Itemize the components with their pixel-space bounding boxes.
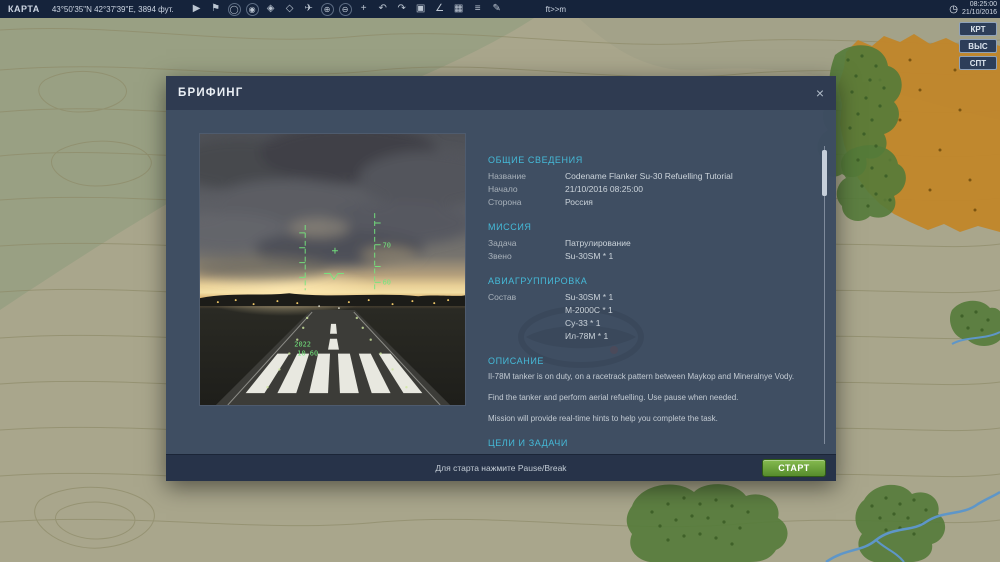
undo-icon[interactable]: ↶ bbox=[376, 2, 390, 16]
scrollbar-thumb[interactable] bbox=[822, 150, 827, 196]
flag-icon[interactable]: ⚑ bbox=[209, 2, 223, 16]
info-row: Су-33 * 1 bbox=[488, 317, 796, 330]
briefing-dialog: БРИФИНГ × 70 60 2022 10 60 ОБЩИЕ СВЕДЕНИ… bbox=[166, 76, 836, 481]
topbar: КАРТА 43°50'35"N 42°37'39"E, 3894 фут. ▶… bbox=[0, 0, 1000, 18]
plane-icon[interactable]: ✈ bbox=[302, 2, 316, 16]
clock-icon: ◷ bbox=[949, 3, 958, 15]
dialog-body: 70 60 2022 10 60 ОБЩИЕ СВЕДЕНИЯ Название… bbox=[166, 110, 836, 454]
close-icon[interactable]: × bbox=[816, 86, 824, 100]
map-toolbar: ▶ ⚑ ◯ ◉ ◈ ◇ ✈ ⊕ ⊖ + ↶ ↷ ▣ ∠ ▦ ≡ ✎ bbox=[190, 2, 504, 16]
row-label: Начало bbox=[488, 184, 518, 194]
description-paragraph: Il-78M tanker is on duty, on a racetrack… bbox=[488, 372, 795, 381]
hud-alt-top: 70 bbox=[383, 242, 391, 250]
map-layer-buttons: КРТ ВЫС СПТ bbox=[959, 22, 997, 70]
description-paragraph: Mission will provide real-time hints to … bbox=[488, 414, 718, 423]
pencil-icon[interactable]: ✎ bbox=[490, 2, 504, 16]
description-paragraph: Find the tanker and perform aerial refue… bbox=[488, 393, 739, 402]
objectives-paragraph: Tanker: Il-78M Board number 101; on freq… bbox=[488, 453, 796, 454]
section-description: ОПИСАНИЕ Il-78M tanker is on duty, on a … bbox=[488, 356, 796, 425]
section-title-air-group: АВИАГРУППИРОВКА bbox=[488, 276, 588, 286]
info-row: Задача Патрулирование bbox=[488, 237, 796, 250]
redo-icon[interactable]: ↷ bbox=[395, 2, 409, 16]
target-icon[interactable]: ◉ bbox=[245, 2, 259, 16]
section-title-description: ОПИСАНИЕ bbox=[488, 356, 545, 366]
info-row: Состав Su-30SM * 1 bbox=[488, 291, 796, 304]
row-label: Сторона bbox=[488, 197, 522, 207]
map-button-vys[interactable]: ВЫС bbox=[959, 39, 997, 53]
row-label bbox=[488, 317, 565, 330]
row-value: Ил-78М * 1 bbox=[565, 331, 609, 341]
row-value: 21/10/2016 08:25:00 bbox=[565, 184, 643, 194]
map-mode-label: КАРТА bbox=[8, 4, 40, 14]
section-mission: МИССИЯ Задача Патрулирование Звено Su-30… bbox=[488, 222, 796, 263]
info-row: M-2000C * 1 bbox=[488, 304, 796, 317]
row-value: Россия bbox=[565, 197, 593, 207]
dialog-header: БРИФИНГ × bbox=[166, 76, 836, 110]
hud-readout-sub: 10 60 bbox=[297, 350, 318, 358]
zoom-in-icon[interactable]: ⊕ bbox=[320, 2, 334, 16]
clock-block: ◷ 08:25:00 21/10/2016 bbox=[949, 1, 997, 17]
zoom-out-icon[interactable]: ⊖ bbox=[338, 2, 352, 16]
row-label bbox=[488, 330, 565, 343]
waypoint-icon[interactable]: ◇ bbox=[283, 2, 297, 16]
row-label: Звено bbox=[488, 251, 512, 261]
dialog-title: БРИФИНГ bbox=[178, 87, 244, 99]
section-general: ОБЩИЕ СВЕДЕНИЯ Название Codename Flanker… bbox=[488, 155, 796, 209]
row-label: Задача bbox=[488, 238, 517, 248]
info-row: Звено Su-30SM * 1 bbox=[488, 250, 796, 263]
hud-alt-bottom: 60 bbox=[383, 278, 391, 286]
mission-date: 21/10/2016 bbox=[961, 9, 997, 16]
info-row: Ил-78М * 1 bbox=[488, 330, 796, 343]
start-hint-text: Для старта нажмите Pause/Break bbox=[435, 463, 567, 473]
diamond-icon[interactable]: ◈ bbox=[264, 2, 278, 16]
circle-icon[interactable]: ◯ bbox=[227, 2, 241, 16]
row-value: M-2000C * 1 bbox=[565, 305, 613, 315]
mission-time: 08:25:00 bbox=[969, 1, 997, 8]
row-value: Codename Flanker Su-30 Refuelling Tutori… bbox=[565, 171, 733, 181]
row-value: Патрулирование bbox=[565, 238, 631, 248]
row-label bbox=[488, 304, 565, 317]
row-value: Su-30SM * 1 bbox=[565, 251, 614, 261]
list-icon[interactable]: ≡ bbox=[471, 2, 485, 16]
pan-icon[interactable]: + bbox=[357, 2, 371, 16]
briefing-photo: 70 60 2022 10 60 bbox=[199, 133, 466, 406]
section-objectives: ЦЕЛИ И ЗАДАЧИ Tanker: Il-78M Board numbe… bbox=[488, 438, 796, 454]
cursor-coordinates: 43°50'35"N 42°37'39"E, 3894 фут. bbox=[51, 4, 174, 14]
info-row: Начало 21/10/2016 08:25:00 bbox=[488, 183, 796, 196]
dialog-footer: Для старта нажмите Pause/Break СТАРТ bbox=[166, 454, 836, 481]
map-button-spt[interactable]: СПТ bbox=[959, 56, 997, 70]
map-button-krt[interactable]: КРТ bbox=[959, 22, 997, 36]
row-value: Су-33 * 1 bbox=[565, 318, 601, 328]
row-label: Название bbox=[488, 171, 526, 181]
row-value: Su-30SM * 1 bbox=[565, 292, 614, 302]
dcs-map-screen: КАРТА 43°50'35"N 42°37'39"E, 3894 фут. ▶… bbox=[0, 0, 1000, 562]
info-row: Сторона Россия bbox=[488, 196, 796, 209]
select-icon[interactable]: ▶ bbox=[190, 2, 204, 16]
info-row: Название Codename Flanker Su-30 Refuelli… bbox=[488, 170, 796, 183]
section-air-group: АВИАГРУППИРОВКА Состав Su-30SM * 1 M-200… bbox=[488, 276, 796, 343]
ruler-icon[interactable]: ∠ bbox=[433, 2, 447, 16]
section-title-general: ОБЩИЕ СВЕДЕНИЯ bbox=[488, 155, 583, 165]
hud-photo-graphic: 70 60 2022 10 60 bbox=[200, 134, 465, 405]
start-button[interactable]: СТАРТ bbox=[762, 459, 826, 477]
briefing-scrollbar[interactable] bbox=[821, 146, 828, 444]
row-label: Состав bbox=[488, 292, 517, 302]
grid-icon[interactable]: ▦ bbox=[452, 2, 466, 16]
briefing-text-column: ОБЩИЕ СВЕДЕНИЯ Название Codename Flanker… bbox=[466, 133, 796, 448]
fit-view-icon[interactable]: ▣ bbox=[414, 2, 428, 16]
section-title-objectives: ЦЕЛИ И ЗАДАЧИ bbox=[488, 438, 568, 448]
section-title-mission: МИССИЯ bbox=[488, 222, 532, 232]
units-toggle[interactable]: ft>>m bbox=[546, 5, 566, 14]
hud-readout-main: 2022 bbox=[294, 341, 311, 349]
